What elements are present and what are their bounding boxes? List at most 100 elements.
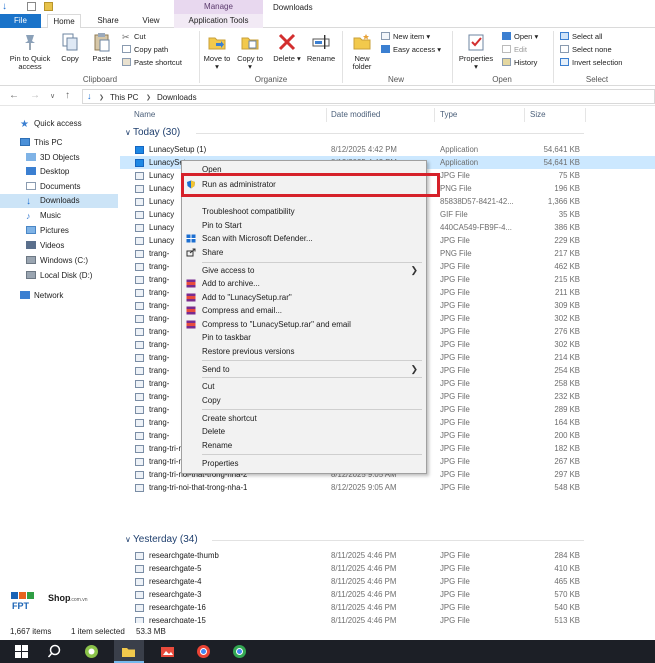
menu-restore-previous-versions[interactable]: Restore previous versions (182, 345, 426, 358)
address-box[interactable]: ↓ ❯ This PC ❯ Downloads (82, 89, 655, 104)
column-date-modified[interactable]: Date modified (331, 110, 380, 119)
search-icon[interactable] (47, 644, 62, 659)
menu-add-archive-label: Add to archive... (202, 279, 260, 288)
nav-downloads[interactable]: ↓ Downloads (0, 194, 118, 208)
move-to-icon (208, 37, 226, 50)
copy-path-icon (122, 45, 131, 53)
nav-desktop[interactable]: Desktop (26, 165, 69, 179)
open-button[interactable]: Open ▾ (502, 32, 538, 42)
menu-pin-to-start[interactable]: Pin to Start (182, 219, 426, 232)
photo-app-icon[interactable] (160, 644, 175, 659)
menu-send-to[interactable]: Send to ❯ (182, 363, 426, 376)
menu-pin-to-taskbar[interactable]: Pin to taskbar (182, 331, 426, 344)
file-row[interactable]: researchgate-3 8/11/2025 4:46 PM JPG File 5… (120, 588, 655, 601)
breadcrumb-this-pc[interactable]: This PC (110, 93, 138, 102)
history-button[interactable]: History (502, 58, 537, 68)
menu-copy[interactable]: Copy (182, 394, 426, 407)
menu-properties[interactable]: Properties (182, 457, 426, 470)
menu-create-shortcut[interactable]: Create shortcut (182, 412, 426, 425)
new-folder-button[interactable]: New folder (346, 32, 378, 71)
tab-view[interactable]: View (137, 14, 165, 28)
nav-documents[interactable]: Documents (26, 180, 80, 194)
recent-locations-chevron-icon[interactable]: ∨ (50, 92, 55, 100)
column-size[interactable]: Size (530, 110, 546, 119)
file-size: 1,366 KB (547, 197, 580, 206)
new-item-button[interactable]: New item ▾ (381, 32, 430, 42)
menu-compress-rar-email[interactable]: Compress to "LunacySetup.rar" and email (182, 318, 426, 331)
nav-pictures[interactable]: Pictures (26, 224, 69, 238)
nav-3d-objects[interactable]: 3D Objects (26, 151, 80, 165)
quick-access-download-icon[interactable]: ↓ (2, 2, 11, 12)
tab-file[interactable]: File (0, 14, 41, 28)
tab-home[interactable]: Home (47, 14, 81, 29)
column-type[interactable]: Type (440, 110, 457, 119)
nav-network[interactable]: Network (20, 289, 63, 303)
forward-icon[interactable]: → (30, 90, 40, 101)
rename-button[interactable]: Rename (304, 32, 338, 63)
chrome-icon[interactable] (196, 644, 211, 659)
context-menu: Open Run as administrator Troubleshoot c… (181, 160, 427, 474)
paste-button[interactable]: Paste (89, 32, 115, 63)
nav-windows-c[interactable]: Windows (C:) (26, 254, 88, 268)
nav-music[interactable]: ♪ Music (26, 209, 61, 223)
quick-access-properties-icon[interactable] (27, 2, 36, 11)
easy-access-button[interactable]: Easy access ▾ (381, 45, 441, 55)
menu-scan-defender[interactable]: Scan with Microsoft Defender... (182, 232, 426, 245)
menu-rename[interactable]: Rename (182, 439, 426, 452)
up-icon[interactable]: ↑ (65, 90, 70, 101)
column-separator[interactable] (434, 108, 435, 122)
file-row[interactable]: researchgate-16 8/11/2025 4:46 PM JPG File… (120, 601, 655, 614)
copy-to-icon (241, 37, 259, 50)
chrome-profile-icon[interactable] (232, 644, 247, 659)
paste-shortcut-button[interactable]: Paste shortcut (122, 58, 182, 68)
cut-button[interactable]: ✂ Cut (122, 32, 146, 42)
column-separator[interactable] (326, 108, 327, 122)
breadcrumb-downloads[interactable]: Downloads (157, 93, 197, 102)
delete-button[interactable]: Delete ▾ (272, 32, 302, 63)
menu-share[interactable]: Share (182, 246, 426, 259)
file-explorer-icon[interactable] (121, 644, 136, 659)
column-name[interactable]: Name (134, 110, 155, 119)
edit-button[interactable]: Edit (502, 45, 527, 55)
nav-videos[interactable]: Videos (26, 239, 64, 253)
file-row[interactable]: researchgate-thumb 8/11/2025 4:46 PM JPG F… (120, 549, 655, 562)
quick-access-folder-icon[interactable] (44, 2, 53, 11)
file-row[interactable]: LunacySetup (1) 8/12/2025 4:42 PM Applicat… (120, 143, 655, 156)
group-header-today[interactable]: ∨ Today (30) (125, 127, 180, 138)
menu-add-to-rar[interactable]: Add to "LunacySetup.rar" (182, 291, 426, 304)
properties-icon (468, 34, 484, 51)
move-to-button[interactable]: Move to ▾ (203, 32, 231, 71)
file-row[interactable]: trang-tri-noi-that-trong-nha-1 8/12/2025 … (120, 481, 655, 494)
nav-network-label: Network (34, 291, 64, 300)
column-separator[interactable] (585, 108, 586, 122)
nav-this-pc[interactable]: This PC (20, 136, 62, 150)
menu-add-to-archive[interactable]: Add to archive... (182, 277, 426, 290)
tab-share[interactable]: Share (92, 14, 124, 28)
copy-button[interactable]: Copy (58, 32, 82, 63)
image-file-icon (135, 211, 144, 219)
group-header-yesterday[interactable]: ∨ Yesterday (34) (125, 534, 198, 545)
select-all-button[interactable]: Select all (560, 32, 602, 42)
back-icon[interactable]: ← (9, 90, 19, 101)
menu-compress-email[interactable]: Compress and email... (182, 304, 426, 317)
chrome-canary-icon[interactable] (84, 644, 99, 659)
properties-button[interactable]: Properties ▾ (456, 32, 496, 71)
menu-delete[interactable]: Delete (182, 425, 426, 438)
copy-path-button[interactable]: Copy path (122, 45, 168, 55)
file-row[interactable]: researchgate-5 8/11/2025 4:46 PM JPG File 4… (120, 562, 655, 575)
invert-selection-button[interactable]: Invert selection (560, 58, 622, 68)
menu-troubleshoot-compatibility[interactable]: Troubleshoot compatibility (182, 205, 426, 218)
image-file-icon (135, 445, 144, 453)
menu-give-access-to[interactable]: Give access to ❯ (182, 264, 426, 277)
tab-application-tools[interactable]: Application Tools (174, 14, 263, 28)
windows-start-icon[interactable] (14, 644, 29, 659)
nav-quick-access[interactable]: ★ Quick access (20, 117, 82, 131)
menu-cut[interactable]: Cut (182, 380, 426, 393)
column-separator[interactable] (524, 108, 525, 122)
file-row[interactable]: researchgate-4 8/11/2025 4:46 PM JPG File 4… (120, 575, 655, 588)
pin-quick-access-button[interactable]: Pin to Quick access (4, 32, 56, 71)
copy-to-button[interactable]: Copy to ▾ (236, 32, 264, 71)
select-none-button[interactable]: Select none (560, 45, 612, 55)
image-file-icon (135, 263, 144, 271)
nav-local-d[interactable]: Local Disk (D:) (26, 269, 92, 283)
